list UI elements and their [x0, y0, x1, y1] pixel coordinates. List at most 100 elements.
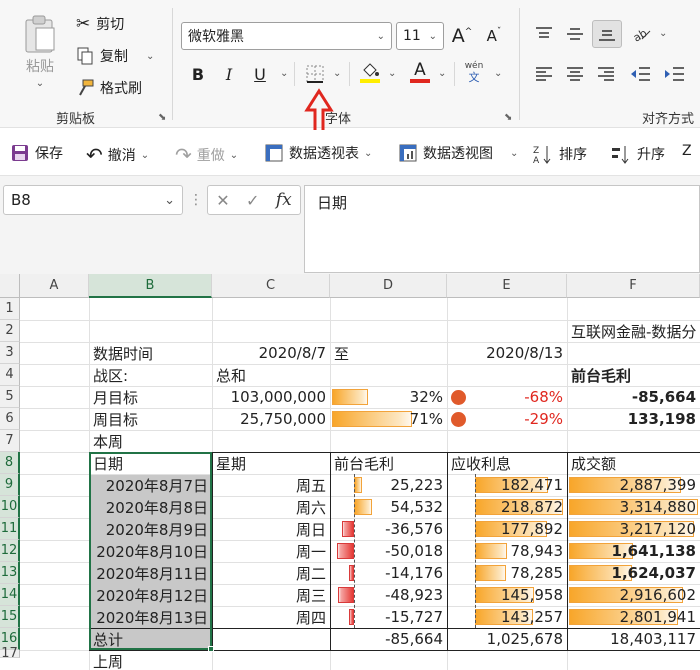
- sort-asc-button[interactable]: 升序: [610, 143, 665, 165]
- undo-dropdown-icon[interactable]: ⌄: [141, 150, 149, 161]
- name-box[interactable]: B8 ⌄: [3, 185, 183, 215]
- cell-b3[interactable]: 数据时间: [89, 342, 212, 364]
- pivot-table-button[interactable]: 数据透视表 ⌄: [264, 143, 372, 163]
- sort-desc-button[interactable]: ZA 排序: [532, 143, 587, 165]
- align-bottom-button[interactable]: [592, 20, 622, 48]
- cell-f4[interactable]: 前台毛利: [567, 364, 700, 386]
- undo-button[interactable]: ↶ 撤消 ⌄: [86, 143, 149, 167]
- row-header-15[interactable]: 15: [0, 606, 20, 628]
- row-header-17[interactable]: 17: [0, 646, 20, 661]
- table-cell-weekday[interactable]: 周六: [212, 496, 330, 518]
- table-header-3[interactable]: 应收利息: [447, 452, 567, 474]
- resize-handle-icon[interactable]: ⋮: [189, 192, 203, 208]
- cell-d6[interactable]: 71%: [330, 408, 447, 430]
- formula-input[interactable]: 日期: [304, 185, 700, 273]
- font-launcher-icon[interactable]: ⬊: [504, 112, 512, 123]
- row-header-12[interactable]: 12: [0, 540, 20, 562]
- cell-b17[interactable]: 上周: [89, 650, 212, 670]
- orientation-button[interactable]: ab: [630, 22, 654, 46]
- table-cell-volume[interactable]: 3,314,880: [567, 496, 700, 518]
- column-header-c[interactable]: C: [212, 274, 330, 298]
- table-header-2[interactable]: 前台毛利: [330, 452, 447, 474]
- column-header-e[interactable]: E: [447, 274, 567, 298]
- table-cell-volume[interactable]: 1,624,037: [567, 562, 700, 584]
- row-header-5[interactable]: 5: [0, 386, 20, 408]
- grow-font-button[interactable]: A ^: [450, 24, 474, 48]
- borders-dropdown-icon[interactable]: ⌄: [333, 68, 341, 79]
- sort-more-button[interactable]: Z: [682, 143, 692, 159]
- row-header-1[interactable]: 1: [0, 298, 20, 320]
- table-cell-weekday[interactable]: 周一: [212, 540, 330, 562]
- paste-button[interactable]: 粘贴 ⌄: [22, 14, 58, 89]
- cell-d5[interactable]: 32%: [330, 386, 447, 408]
- table-cell-volume[interactable]: 2,887,399: [567, 474, 700, 496]
- underline-dropdown-icon[interactable]: ⌄: [280, 68, 288, 79]
- decrease-indent-button[interactable]: [628, 62, 652, 86]
- align-right-button[interactable]: [594, 62, 618, 86]
- select-all-corner[interactable]: [0, 274, 20, 298]
- redo-button[interactable]: ↷ 重做 ⌄: [175, 143, 238, 167]
- row-header-3[interactable]: 3: [0, 342, 20, 364]
- cell-c5[interactable]: 103,000,000: [212, 386, 330, 408]
- redo-dropdown-icon[interactable]: ⌄: [230, 150, 238, 161]
- column-header-f[interactable]: F: [567, 274, 700, 298]
- cell-c6[interactable]: 25,750,000: [212, 408, 330, 430]
- table-cell-gross[interactable]: -48,923: [330, 584, 447, 606]
- cell-b7[interactable]: 本周: [89, 430, 212, 452]
- cell-f6[interactable]: 133,198: [567, 408, 700, 430]
- table-cell-interest[interactable]: 218,872: [447, 496, 567, 518]
- font-color-dropdown-icon[interactable]: ⌄: [438, 68, 446, 79]
- table-cell-interest[interactable]: 182,471: [447, 474, 567, 496]
- paste-dropdown-icon[interactable]: ⌄: [36, 78, 44, 89]
- cell-f5[interactable]: -85,664: [567, 386, 700, 408]
- table-cell-interest[interactable]: 78,285: [447, 562, 567, 584]
- font-name-select[interactable]: 微软雅黑 ⌄: [181, 22, 392, 50]
- table-cell-volume[interactable]: 2,801,941: [567, 606, 700, 628]
- phonetic-dropdown-icon[interactable]: ⌄: [494, 68, 502, 79]
- save-button[interactable]: 保存: [10, 143, 63, 163]
- table-cell-total-gross[interactable]: -85,664: [330, 628, 447, 650]
- row-header-4[interactable]: 4: [0, 364, 20, 386]
- fill-color-dropdown-icon[interactable]: ⌄: [388, 68, 396, 79]
- orientation-dropdown-icon[interactable]: ⌄: [659, 28, 667, 39]
- table-cell-gross[interactable]: -36,576: [330, 518, 447, 540]
- table-cell-gross[interactable]: 54,532: [330, 496, 447, 518]
- row-header-14[interactable]: 14: [0, 584, 20, 606]
- align-left-button[interactable]: [532, 62, 556, 86]
- phonetic-button[interactable]: wén 文: [462, 60, 486, 84]
- cell-d3[interactable]: 至: [330, 342, 447, 364]
- row-header-9[interactable]: 9: [0, 474, 20, 496]
- table-cell-total-volume[interactable]: 18,403,117: [567, 628, 700, 650]
- copy-dropdown-icon[interactable]: ⌄: [146, 51, 154, 62]
- align-center-button[interactable]: [563, 62, 587, 86]
- cell-c3[interactable]: 2020/8/7: [212, 342, 330, 364]
- table-cell-weekday[interactable]: 周三: [212, 584, 330, 606]
- table-cell-interest[interactable]: 143,257: [447, 606, 567, 628]
- cell-c4[interactable]: 总和: [212, 364, 330, 386]
- table-cell-weekday[interactable]: 周二: [212, 562, 330, 584]
- font-size-select[interactable]: 11 ⌄: [396, 22, 444, 50]
- table-cell-gross[interactable]: -15,727: [330, 606, 447, 628]
- cut-button[interactable]: ✂ 剪切: [76, 14, 124, 34]
- underline-button[interactable]: U: [248, 62, 272, 86]
- table-cell-gross[interactable]: 25,223: [330, 474, 447, 496]
- pivot-chart-dropdown-icon[interactable]: ⌄: [510, 148, 518, 159]
- insert-function-button[interactable]: fx: [276, 190, 292, 210]
- font-color-button[interactable]: A: [408, 60, 432, 84]
- increase-indent-button[interactable]: [662, 62, 686, 86]
- row-header-11[interactable]: 11: [0, 518, 20, 540]
- table-cell-weekday[interactable]: 周日: [212, 518, 330, 540]
- cell-b5[interactable]: 月目标: [89, 386, 212, 408]
- table-cell-gross[interactable]: -14,176: [330, 562, 447, 584]
- pivot-table-dropdown-icon[interactable]: ⌄: [364, 148, 372, 159]
- enter-icon[interactable]: ✓: [246, 191, 259, 210]
- table-cell-interest[interactable]: 145,958: [447, 584, 567, 606]
- row-header-10[interactable]: 10: [0, 496, 20, 518]
- cell-e6[interactable]: -29%: [447, 408, 567, 430]
- table-cell-volume[interactable]: 3,217,120: [567, 518, 700, 540]
- format-painter-button[interactable]: 格式刷: [76, 78, 142, 98]
- table-cell-volume[interactable]: 1,641,138: [567, 540, 700, 562]
- shrink-font-button[interactable]: Aˇ: [482, 24, 506, 48]
- table-cell-weekday[interactable]: 周四: [212, 606, 330, 628]
- cell-b6[interactable]: 周目标: [89, 408, 212, 430]
